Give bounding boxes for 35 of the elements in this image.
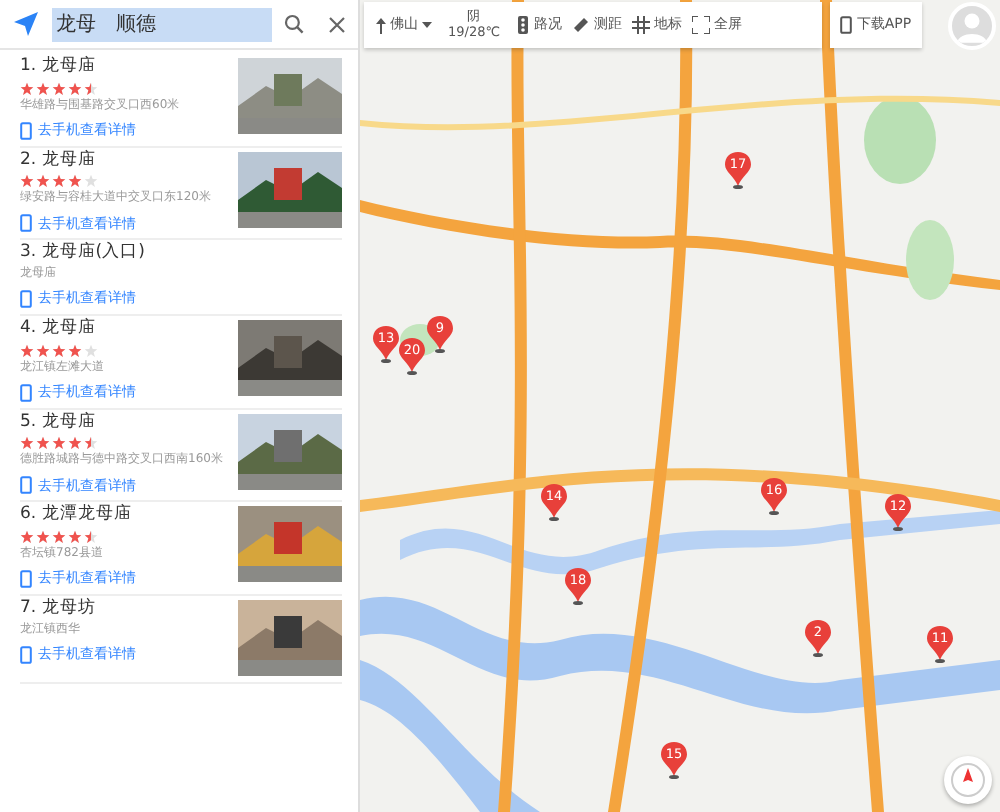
pin-icon [565, 568, 591, 606]
pin-icon [927, 626, 953, 664]
pin-icon [885, 494, 911, 532]
pin-icon [373, 326, 399, 364]
pin-icon [427, 316, 453, 354]
result-title[interactable]: 5. 龙母庙 [20, 413, 238, 433]
search-icon[interactable] [284, 14, 304, 34]
pin-icon [761, 478, 787, 516]
phone-icon [20, 645, 32, 664]
result-title[interactable]: 3. 龙母庙(入口) [20, 244, 342, 265]
traffic-light-icon [516, 16, 531, 34]
close-icon[interactable] [328, 15, 346, 33]
phone-icon [20, 289, 32, 308]
fullscreen-icon [692, 16, 711, 34]
phone-icon [20, 214, 32, 233]
result-title[interactable]: 4. 龙母庙 [20, 319, 238, 340]
result-title[interactable]: 2. 龙母庙 [20, 151, 238, 171]
logo-icon [12, 10, 40, 38]
pin-icon [399, 338, 425, 376]
pin-icon [661, 742, 687, 780]
caret-icon [422, 22, 432, 28]
grid-icon [632, 16, 651, 34]
result-title[interactable]: 7. 龙母坊 [20, 599, 238, 620]
phone-icon [20, 383, 32, 402]
result-title[interactable]: 6. 龙潭龙母庙 [20, 506, 238, 527]
result-title[interactable]: 1. 龙母庙 [20, 58, 238, 78]
pin-icon [725, 152, 751, 190]
phone-icon [20, 569, 32, 588]
phone-icon [840, 16, 853, 34]
ruler-icon [572, 16, 591, 34]
pin-icon [805, 620, 831, 658]
phone-icon [20, 476, 32, 495]
pin-icon [541, 484, 567, 522]
search-field[interactable]: 龙母 顺德 [52, 7, 272, 41]
phone-icon [20, 121, 32, 140]
